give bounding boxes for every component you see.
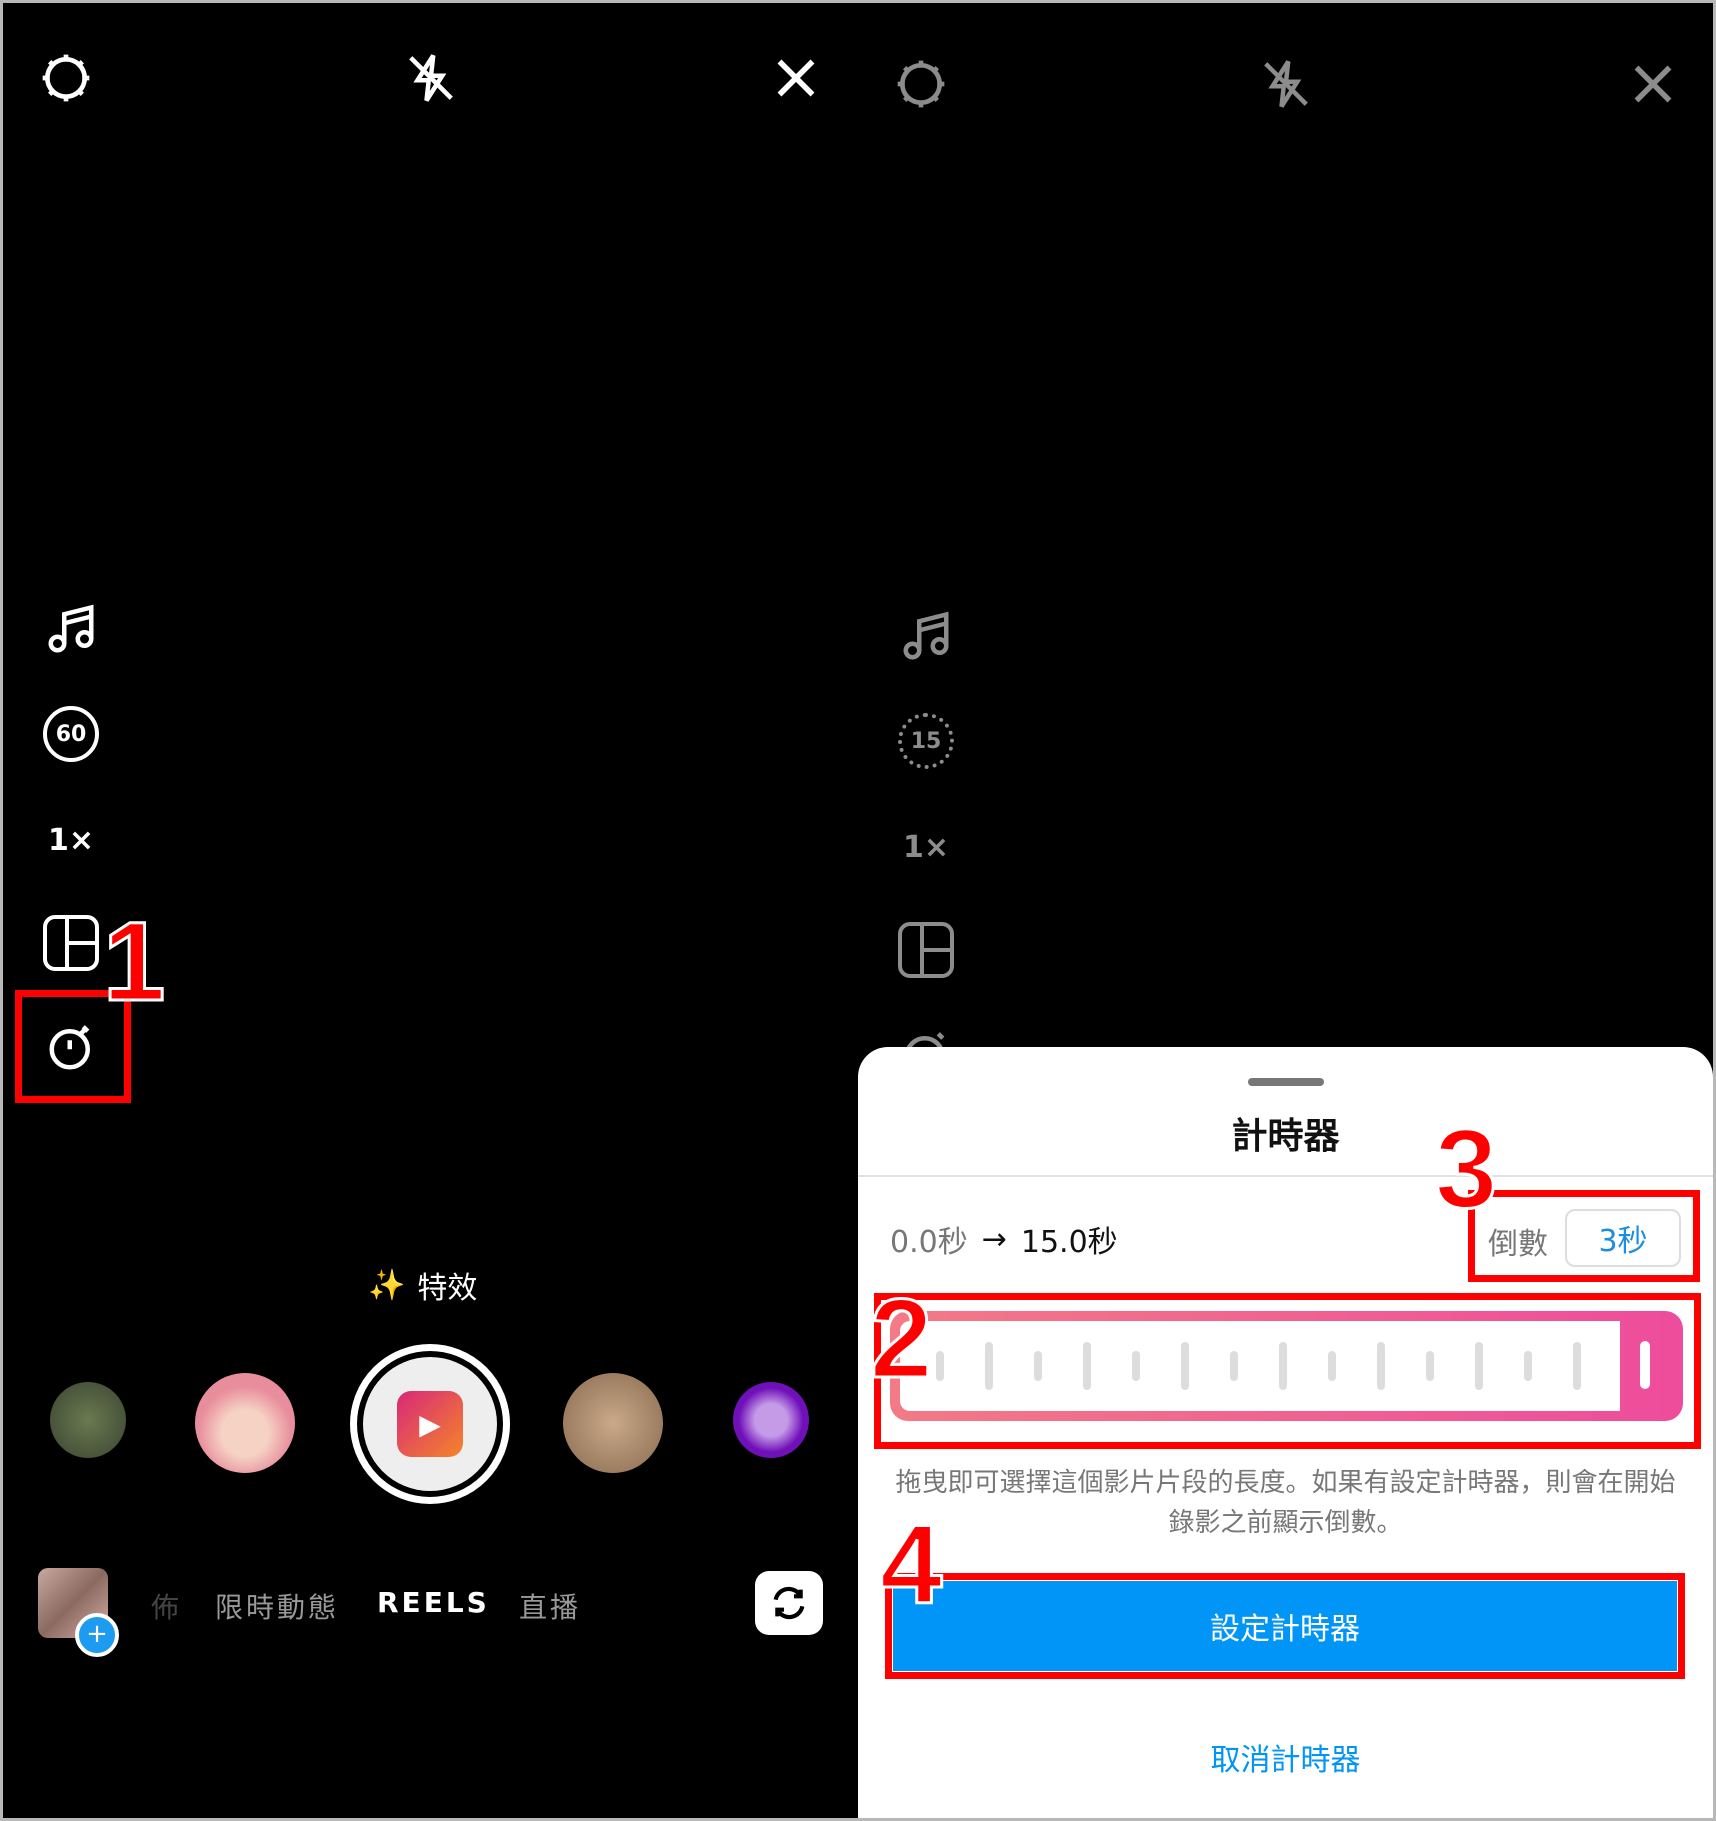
length-15-button[interactable]: 15 xyxy=(898,713,954,769)
camera-screen-left: 60 1× 1 ✨ 特效 ▶ + 佈 限時動態 REELS 直播 xyxy=(3,3,858,1818)
sheet-title: 計時器 xyxy=(1231,1116,1340,1157)
effect-thumb-room[interactable] xyxy=(563,1373,663,1473)
annotation-number-3: 3 xyxy=(1433,1106,1498,1231)
flip-camera-icon[interactable] xyxy=(755,1571,823,1635)
range-readout: 0.0秒 → 15.0秒 xyxy=(890,1217,1118,1261)
annotation-number-2: 2 xyxy=(868,1276,933,1401)
speed-button[interactable]: 1× xyxy=(41,818,101,862)
add-plus-icon[interactable]: + xyxy=(75,1613,119,1657)
annotation-box-2 xyxy=(874,1293,1701,1449)
close-icon[interactable] xyxy=(763,45,829,111)
mode-story[interactable]: 限時動態 xyxy=(215,1586,339,1626)
annotation-number-1: 1 xyxy=(101,899,166,1024)
camera-screen-right: 15 1× 計時器 0.0秒 → 15.0秒 倒數 3秒 3 2 拖曳即可選擇這… xyxy=(858,3,1713,1818)
sheet-drag-handle[interactable] xyxy=(1248,1078,1324,1086)
reels-icon: ▶ xyxy=(397,1391,463,1457)
annotation-box-4 xyxy=(885,1573,1685,1679)
shutter-button[interactable]: ▶ xyxy=(350,1344,510,1504)
effects-label: 特效 xyxy=(417,1271,478,1306)
music-note-icon[interactable] xyxy=(896,607,956,667)
divider xyxy=(858,1175,1713,1177)
mode-reels[interactable]: REELS xyxy=(377,1586,490,1619)
cancel-timer-button[interactable]: 取消計時器 xyxy=(858,1735,1713,1779)
effect-thumb-garden[interactable] xyxy=(50,1382,126,1458)
description-line-1: 拖曳即可選擇這個影片片段的長度。如果有設定計時器，則會在開始 xyxy=(895,1468,1676,1498)
timer-sheet: 計時器 0.0秒 → 15.0秒 倒數 3秒 3 2 拖曳即可選擇這個影片片段的… xyxy=(858,1047,1713,1818)
close-icon[interactable] xyxy=(1620,51,1686,117)
settings-gear-icon[interactable] xyxy=(33,45,99,111)
layout-icon[interactable] xyxy=(898,922,954,978)
range-end: 15.0秒 xyxy=(1020,1225,1118,1260)
flash-off-icon[interactable] xyxy=(1253,51,1319,117)
length-60-button[interactable]: 60 xyxy=(43,706,99,762)
sparkle-icon: ✨ xyxy=(368,1267,406,1303)
range-start: 0.0秒 xyxy=(890,1225,968,1260)
effects-button[interactable]: ✨ 特效 xyxy=(368,1263,477,1307)
effect-thumb-anime[interactable] xyxy=(195,1373,295,1473)
speed-button[interactable]: 1× xyxy=(896,825,956,869)
arrow-icon: → xyxy=(981,1221,1007,1257)
effect-thumb-alien[interactable] xyxy=(733,1382,809,1458)
music-note-icon[interactable] xyxy=(41,600,101,660)
settings-gear-icon[interactable] xyxy=(888,51,954,117)
layout-icon[interactable] xyxy=(43,915,99,971)
sheet-description: 拖曳即可選擇這個影片片段的長度。如果有設定計時器，則會在開始 錄影之前顯示倒數。 xyxy=(878,1463,1693,1543)
mode-live[interactable]: 直播 xyxy=(519,1586,581,1626)
flash-off-icon[interactable] xyxy=(398,45,464,111)
annotation-box-3 xyxy=(1468,1190,1700,1282)
annotation-number-4: 4 xyxy=(878,1502,943,1627)
description-line-2: 錄影之前顯示倒數。 xyxy=(1168,1508,1403,1538)
mode-post[interactable]: 佈 xyxy=(151,1586,182,1626)
